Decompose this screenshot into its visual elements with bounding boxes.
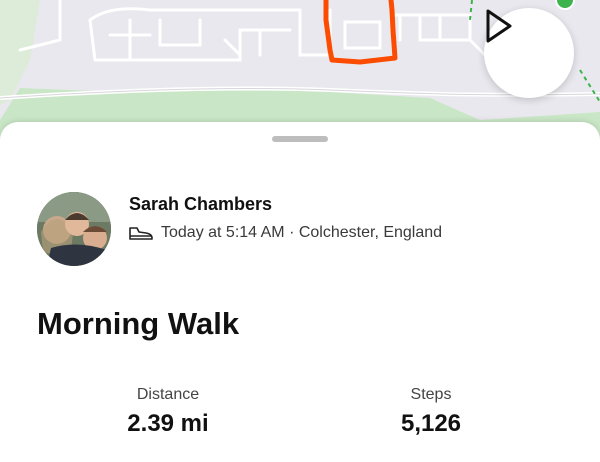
- avatar[interactable]: [37, 192, 111, 266]
- activity-meta: Today at 5:14 AM · Colchester, England: [129, 224, 442, 242]
- shoe-icon: [129, 225, 153, 241]
- activity-sheet: Sarah Chambers Today at 5:14 AM · Colche…: [0, 122, 600, 462]
- play-button[interactable]: [484, 8, 574, 98]
- stat-distance: Distance 2.39 mi: [68, 386, 268, 438]
- stat-value: 5,126: [400, 410, 462, 437]
- athlete-name[interactable]: Sarah Chambers: [129, 194, 272, 215]
- activity-title: Morning Walk: [37, 306, 240, 341]
- activity-meta-text: Today at 5:14 AM · Colchester, England: [161, 224, 443, 241]
- avatar-photo: [37, 192, 111, 266]
- play-icon: [486, 9, 512, 43]
- drag-handle[interactable]: [272, 136, 328, 142]
- stat-value: 2.39 mi: [127, 410, 209, 437]
- stat-label: Steps: [410, 386, 452, 403]
- stat-steps: Steps 5,126: [331, 386, 531, 438]
- stat-label: Distance: [136, 386, 200, 403]
